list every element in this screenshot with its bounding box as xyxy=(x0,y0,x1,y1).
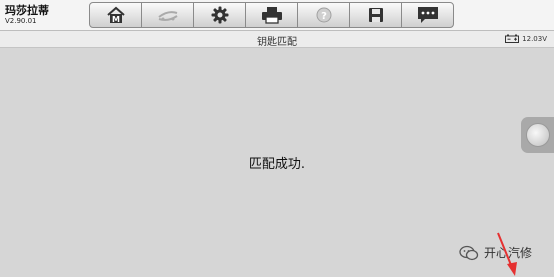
annotation-arrow xyxy=(497,232,517,276)
